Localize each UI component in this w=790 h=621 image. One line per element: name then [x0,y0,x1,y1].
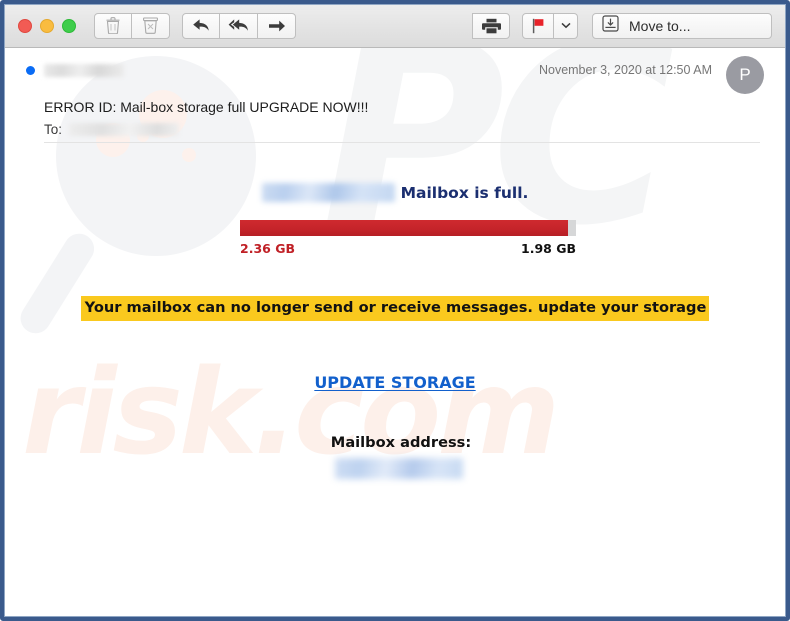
minimize-window-button[interactable] [40,18,54,33]
header-right-group: November 3, 2020 at 12:50 AM P [538,56,764,94]
message-header: November 3, 2020 at 12:50 AM P ERROR ID:… [4,48,786,145]
mailbox-address-title: Mailbox address: [330,433,472,451]
printer-icon [481,18,501,34]
screenshot-root: Move to... PC risk.com November 3, 2020 … [0,0,790,621]
reply-forward-button-group [182,12,296,39]
forward-button[interactable] [258,12,296,39]
print-button[interactable] [472,12,510,39]
sender-name-redacted [44,64,124,77]
reply-all-arrow-icon [228,18,249,33]
forward-arrow-icon [268,19,286,33]
flag-button[interactable] [522,12,554,39]
move-to-folder-icon [602,14,619,37]
message-subject: ERROR ID: Mail-box storage full UPGRADE … [44,99,369,115]
warning-row: Your mailbox can no longer send or recei… [4,296,786,321]
reply-all-button[interactable] [220,12,258,39]
header-divider [44,142,760,143]
mailbox-address-block: Mailbox address: [4,434,786,479]
to-label: To: [44,122,63,137]
close-window-button[interactable] [18,18,32,33]
unread-indicator-dot[interactable] [26,66,35,75]
storage-labels-row: 2.36 GB 1.98 GB [240,241,576,256]
maximize-window-button[interactable] [62,18,76,33]
pane-bottom-edge [4,616,786,617]
recipient-redacted [69,123,180,136]
update-storage-link[interactable]: UPDATE STORAGE [314,373,475,392]
mail-window: Move to... PC risk.com November 3, 2020 … [0,0,790,621]
storage-progress-fill [240,220,568,236]
message-pane: PC risk.com November 3, 2020 at 12:50 AM… [4,48,786,617]
cta-row: UPDATE STORAGE [4,373,786,392]
flag-icon [531,18,545,34]
storage-usage-block: 2.36 GB 1.98 GB [240,220,576,256]
archive-box-icon [143,17,158,34]
window-toolbar: Move to... [4,4,786,48]
storage-progress-bar [240,220,576,236]
storage-total-label: 1.98 GB [521,241,576,256]
message-body: Mailbox is full. 2.36 GB 1.98 GB Your ma… [4,145,786,479]
reply-button[interactable] [182,12,220,39]
sender-row: November 3, 2020 at 12:50 AM P [26,56,764,94]
flag-button-group [522,12,578,39]
mailbox-address-redacted [335,457,463,479]
warning-message: Your mailbox can no longer send or recei… [80,296,710,321]
move-to-button[interactable]: Move to... [592,12,772,39]
move-to-label: Move to... [629,17,691,34]
delete-archive-button-group [94,12,170,39]
reply-arrow-icon [192,18,210,33]
chevron-down-icon [560,22,571,29]
delete-button[interactable] [94,12,132,39]
headline-row: Mailbox is full. [4,183,786,202]
brand-logo-redacted [261,183,395,202]
traffic-light-group [18,18,76,33]
print-button-group [472,12,510,39]
storage-used-label: 2.36 GB [240,241,295,256]
avatar: P [726,56,764,94]
flag-dropdown-button[interactable] [554,12,578,39]
archive-button[interactable] [132,12,170,39]
recipient-row: To: [44,122,764,137]
mailbox-full-headline: Mailbox is full. [400,183,529,202]
trash-icon [106,17,120,34]
message-date: November 3, 2020 at 12:50 AM [538,63,712,77]
